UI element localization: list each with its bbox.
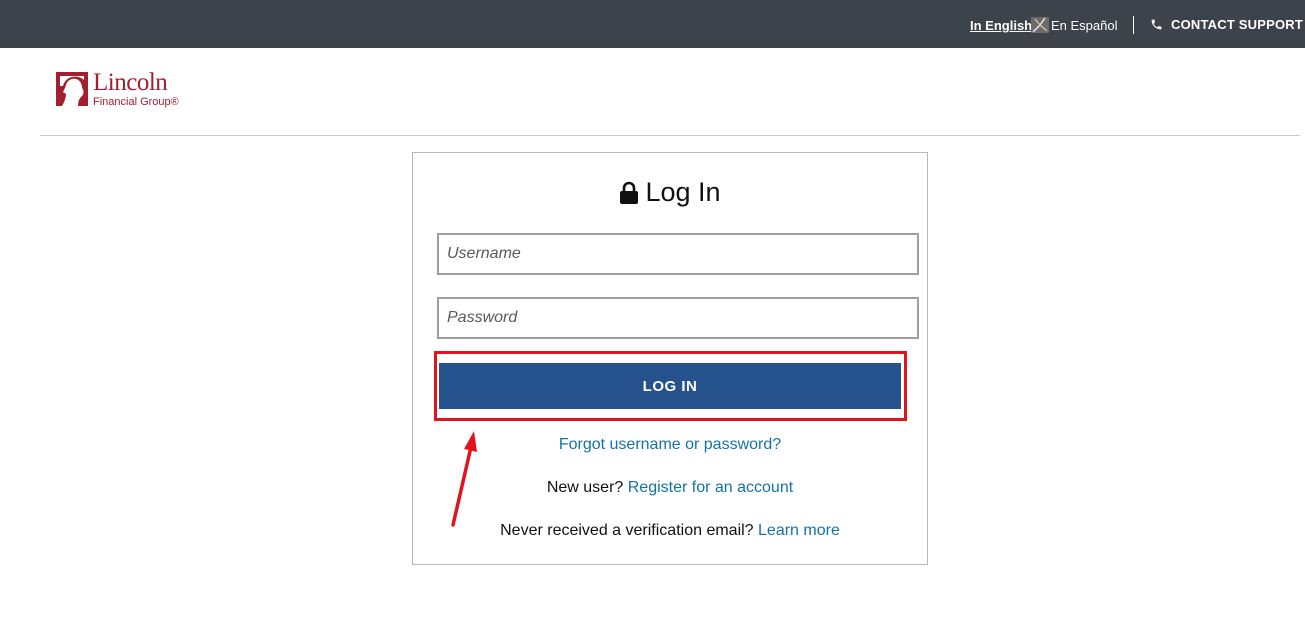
phone-icon (1151, 19, 1162, 30)
forgot-credentials-row: Forgot username or password? (413, 436, 927, 454)
login-button[interactable]: LOG IN (439, 363, 901, 409)
language-toggle-icon[interactable] (1030, 16, 1050, 34)
password-input[interactable] (437, 297, 919, 339)
logo-subtitle: Financial Group® (93, 96, 179, 108)
header-divider (40, 135, 1300, 136)
register-row: New user? Register for an account (413, 479, 927, 497)
register-link[interactable]: Register for an account (628, 479, 793, 496)
new-user-text: New user? (546, 479, 624, 496)
annotation-arrow (451, 431, 477, 527)
logo-name: Lincoln (93, 69, 168, 96)
lincoln-silhouette-icon (56, 72, 88, 106)
login-title: Log In (645, 177, 721, 207)
login-title-row: Log In (413, 177, 927, 208)
lincoln-logo[interactable]: Lincoln Financial Group® (54, 69, 184, 111)
verification-row: Never received a verification email? Lea… (413, 522, 927, 540)
forgot-credentials-link[interactable]: Forgot username or password? (559, 436, 781, 453)
lock-icon (620, 181, 639, 204)
learn-more-link[interactable]: Learn more (758, 522, 840, 539)
verification-text: Never received a verification email? (500, 522, 754, 539)
language-spanish-link[interactable]: En Español (1051, 18, 1118, 33)
top-divider (1133, 16, 1134, 34)
language-english-link[interactable]: In English (970, 18, 1032, 33)
contact-support-link[interactable]: CONTACT SUPPORT (1150, 17, 1303, 32)
username-input[interactable] (437, 233, 919, 275)
top-bar: In English En Español CONTACT SUPPORT (0, 0, 1305, 48)
contact-support-label: CONTACT SUPPORT (1171, 17, 1304, 32)
